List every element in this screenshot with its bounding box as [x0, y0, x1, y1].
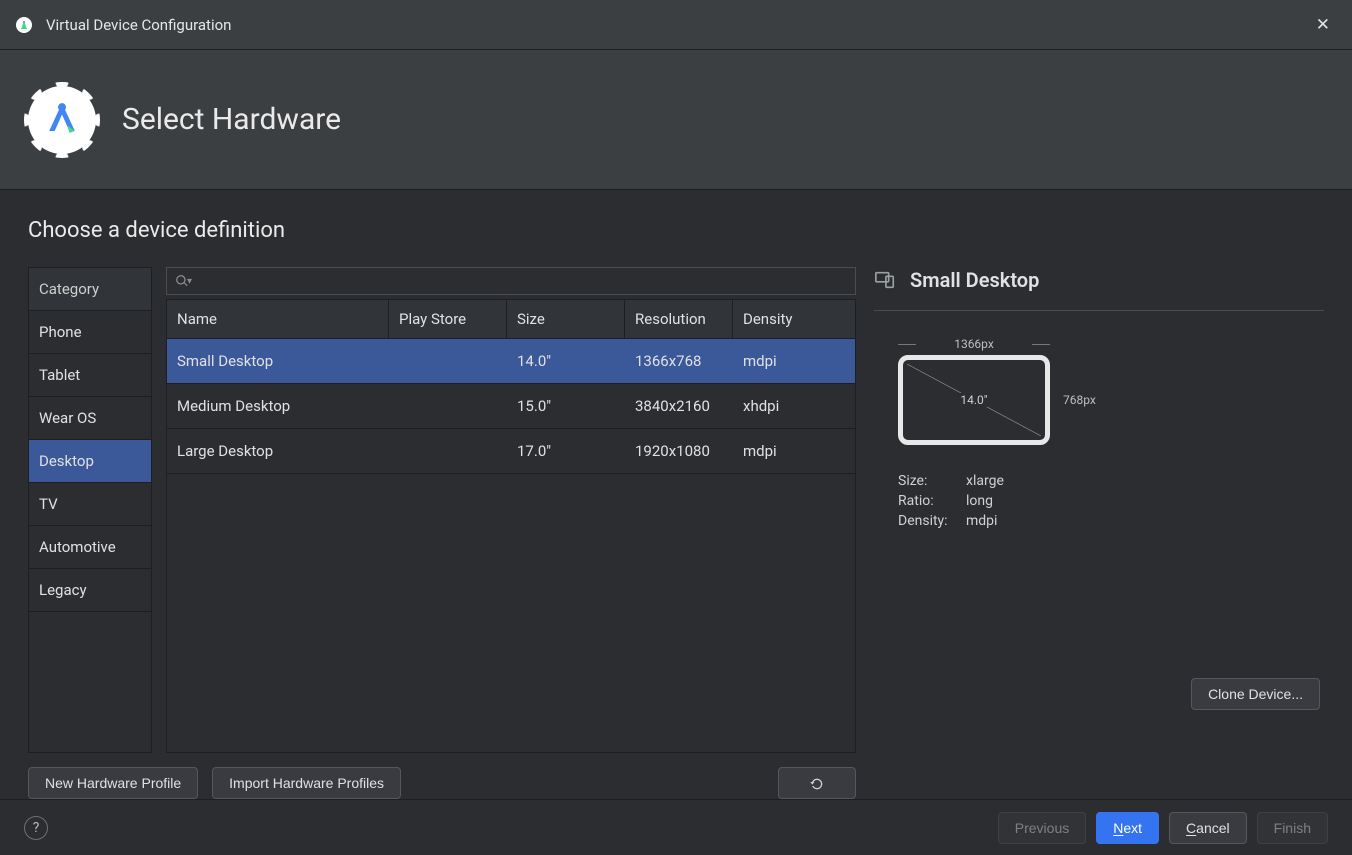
refresh-button[interactable] — [778, 767, 856, 798]
spec-ratio-label: Ratio: — [898, 493, 956, 509]
cell-play-store — [389, 384, 507, 429]
cell-density: xhdpi — [733, 384, 855, 429]
category-header: Category — [29, 268, 151, 311]
device-table: Name Play Store Size Resolution Density … — [166, 299, 856, 753]
import-hardware-profiles-button[interactable]: Import Hardware Profiles — [212, 767, 401, 799]
category-item-wear-os[interactable]: Wear OS — [29, 397, 151, 440]
table-row[interactable]: Small Desktop 14.0" 1366x768 mdpi — [167, 339, 855, 384]
spec-ratio-value: long — [966, 493, 993, 509]
cell-resolution: 1920x1080 — [625, 429, 733, 474]
category-list: Category Phone Tablet Wear OS Desktop TV… — [28, 267, 152, 753]
finish-button: Finish — [1257, 812, 1328, 844]
cell-density: mdpi — [733, 429, 855, 474]
col-density[interactable]: Density — [733, 300, 855, 338]
spec-size-value: xlarge — [966, 473, 1004, 489]
col-play-store[interactable]: Play Store — [389, 300, 507, 338]
spec-density-value: mdpi — [966, 513, 997, 529]
spec-density-label: Density: — [898, 513, 956, 529]
cell-play-store — [389, 429, 507, 474]
cell-size: 17.0" — [507, 429, 625, 474]
close-icon[interactable]: ✕ — [1310, 9, 1336, 41]
table-row[interactable]: Medium Desktop 15.0" 3840x2160 xhdpi — [167, 384, 855, 429]
cell-name: Small Desktop — [167, 339, 389, 384]
detail-title: Small Desktop — [910, 268, 1039, 292]
category-item-automotive[interactable]: Automotive — [29, 526, 151, 569]
help-button[interactable]: ? — [24, 816, 48, 840]
window-title: Virtual Device Configuration — [46, 16, 231, 34]
titlebar: Virtual Device Configuration ✕ — [0, 0, 1352, 50]
cell-name: Medium Desktop — [167, 384, 389, 429]
wizard-footer: ? Previous Next Cancel Finish — [0, 799, 1352, 855]
cancel-button[interactable]: Cancel — [1169, 812, 1247, 844]
devices-icon — [874, 269, 896, 291]
col-size[interactable]: Size — [507, 300, 625, 338]
next-button[interactable]: Next — [1096, 812, 1159, 844]
new-hardware-profile-button[interactable]: New Hardware Profile — [28, 767, 198, 799]
category-item-legacy[interactable]: Legacy — [29, 569, 151, 612]
android-studio-icon — [28, 86, 96, 154]
spec-size-label: Size: — [898, 473, 956, 489]
search-input-wrapper[interactable]: ▾ — [166, 267, 856, 295]
category-item-phone[interactable]: Phone — [29, 311, 151, 354]
section-title: Choose a device definition — [28, 218, 856, 243]
col-resolution[interactable]: Resolution — [625, 300, 733, 338]
banner: Select Hardware — [0, 50, 1352, 190]
table-row[interactable]: Large Desktop 17.0" 1920x1080 mdpi — [167, 429, 855, 474]
clone-device-button[interactable]: Clone Device... — [1191, 678, 1320, 710]
dimension-height-label: 768px — [1063, 360, 1096, 440]
cell-name: Large Desktop — [167, 429, 389, 474]
dimension-width-label: 1366px — [898, 337, 1050, 351]
refresh-icon — [809, 776, 825, 792]
chevron-down-icon: ▾ — [187, 276, 192, 287]
category-item-desktop[interactable]: Desktop — [29, 440, 151, 483]
cell-resolution: 3840x2160 — [625, 384, 733, 429]
cell-resolution: 1366x768 — [625, 339, 733, 384]
category-item-tablet[interactable]: Tablet — [29, 354, 151, 397]
app-icon — [16, 17, 32, 33]
col-name[interactable]: Name — [167, 300, 389, 338]
cell-density: mdpi — [733, 339, 855, 384]
cell-size: 15.0" — [507, 384, 625, 429]
search-input[interactable] — [198, 274, 847, 289]
dimension-diagonal-label: 14.0" — [956, 393, 991, 407]
cell-size: 14.0" — [507, 339, 625, 384]
category-item-tv[interactable]: TV — [29, 483, 151, 526]
cell-play-store — [389, 339, 507, 384]
detail-panel: Small Desktop 1366px 14.0" 768px Size: x… — [874, 218, 1324, 799]
device-preview: 1366px 14.0" 768px — [898, 355, 1098, 445]
previous-button: Previous — [998, 812, 1086, 844]
page-title: Select Hardware — [122, 102, 341, 137]
